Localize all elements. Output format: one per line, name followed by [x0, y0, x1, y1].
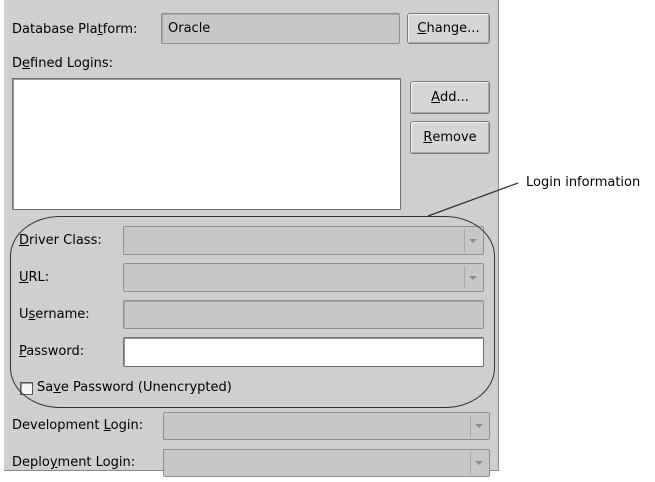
development-login-label: Development Login: — [12, 418, 144, 433]
database-platform-field: Oracle — [161, 13, 400, 44]
password-field[interactable] — [123, 337, 484, 367]
username-label: Username: — [19, 307, 90, 322]
driver-class-label: Driver Class: — [19, 233, 102, 248]
driver-class-dropdown-arrow[interactable] — [464, 229, 481, 252]
defined-logins-list[interactable] — [12, 78, 401, 210]
remove-login-button[interactable]: Remove — [410, 121, 490, 154]
chevron-down-icon — [475, 424, 483, 428]
chevron-down-icon — [469, 238, 477, 243]
login-information-callout: Login information — [526, 175, 641, 190]
url-dropdown-arrow[interactable] — [464, 266, 481, 289]
database-platform-label: Database Platform: — [12, 22, 138, 37]
password-label: Password: — [19, 344, 85, 359]
defined-logins-label: Defined Logins: — [12, 56, 114, 71]
deployment-login-combo[interactable] — [163, 449, 490, 477]
save-password-checkbox[interactable] — [20, 382, 33, 395]
development-login-dropdown-arrow[interactable] — [470, 415, 487, 437]
database-platform-value: Oracle — [168, 21, 211, 36]
add-login-button[interactable]: Add... — [410, 81, 490, 114]
chevron-down-icon — [475, 461, 483, 465]
driver-class-combo[interactable] — [123, 226, 484, 255]
deployment-login-label: Deployment Login: — [12, 455, 136, 470]
url-label: URL: — [19, 270, 50, 285]
username-field[interactable] — [123, 300, 484, 329]
save-password-label[interactable]: Save Password (Unencrypted) — [37, 380, 232, 395]
chevron-down-icon — [469, 275, 477, 280]
deployment-login-dropdown-arrow[interactable] — [470, 452, 487, 474]
url-combo[interactable] — [123, 263, 484, 292]
development-login-combo[interactable] — [163, 412, 490, 440]
change-platform-button[interactable]: Change... — [407, 13, 490, 44]
